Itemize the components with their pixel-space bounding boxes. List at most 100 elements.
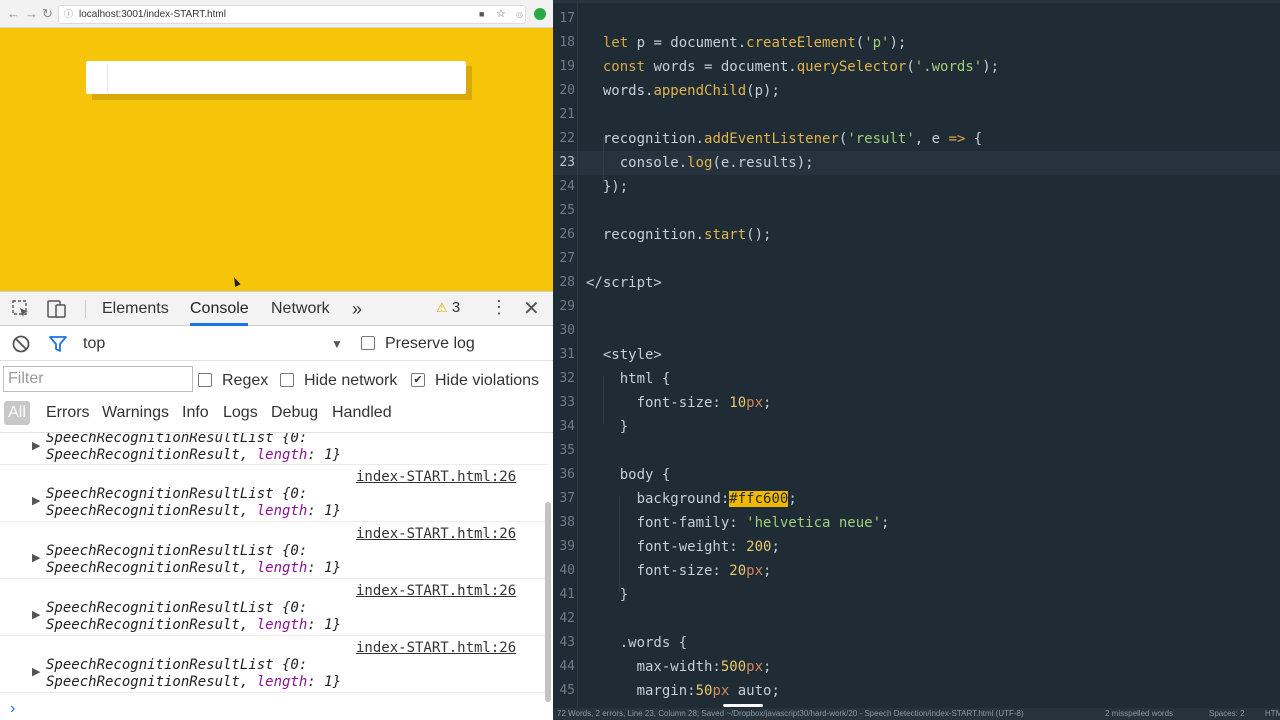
- source-link[interactable]: index-START.html:26: [356, 583, 516, 599]
- line-number: 19: [559, 59, 575, 74]
- tab-console[interactable]: Console: [190, 298, 249, 320]
- message-line-1: SpeechRecognitionResultList {0:: [46, 543, 308, 559]
- code-editor[interactable]: 17 18 let p = document.createElement('p')…: [553, 0, 1280, 720]
- level-warnings[interactable]: Warnings: [102, 403, 169, 423]
- code-line[interactable]: <style>: [586, 343, 662, 367]
- address-bar[interactable]: ⓘ localhost:3001/index-START.html ■ ☆ ◎: [58, 5, 526, 24]
- expand-triangle-icon[interactable]: ▶: [32, 439, 40, 452]
- message-value: : 1}: [307, 560, 342, 576]
- message-line-2: SpeechRecognitionResult, length: 1}: [46, 617, 341, 633]
- code-line[interactable]: recognition.start();: [586, 223, 772, 247]
- source-link[interactable]: index-START.html:26: [356, 469, 516, 485]
- status-spaces[interactable]: Spaces: 2: [1209, 708, 1245, 720]
- regex-checkbox[interactable]: [198, 373, 212, 387]
- level-info[interactable]: Info: [182, 403, 209, 423]
- code-line[interactable]: recognition.addEventListener('result', e…: [586, 127, 982, 151]
- status-info: 72 Words, 2 errors, Line 23, Column 28; …: [557, 709, 1024, 718]
- browser-toolbar: ← → ↻ ⓘ localhost:3001/index-START.html …: [0, 0, 553, 28]
- tab-network[interactable]: Network: [271, 298, 330, 320]
- status-misspelled[interactable]: 2 misspelled words: [1105, 708, 1173, 720]
- message-line-2: SpeechRecognitionResult, length: 1}: [46, 674, 341, 690]
- console-prompt[interactable]: ›: [10, 700, 15, 718]
- hide-violations-checkbox[interactable]: ✔: [411, 373, 425, 387]
- level-errors[interactable]: Errors: [46, 403, 90, 423]
- devtools-menu-icon[interactable]: ⋮: [490, 297, 508, 318]
- code-line[interactable]: }: [586, 583, 628, 607]
- code-line[interactable]: body {: [586, 463, 671, 487]
- code-line[interactable]: html {: [586, 367, 671, 391]
- code-line[interactable]: font-size: 20px;: [586, 559, 772, 583]
- info-icon[interactable]: ⓘ: [64, 6, 74, 23]
- line-number: 37: [559, 491, 575, 506]
- line-number: 41: [559, 587, 575, 602]
- hide-network-checkbox[interactable]: [280, 373, 294, 387]
- forward-icon[interactable]: →: [25, 6, 38, 22]
- code-line[interactable]: max-width:500px;: [586, 655, 772, 679]
- clear-console-icon[interactable]: [12, 335, 30, 353]
- expand-triangle-icon[interactable]: ▶: [32, 608, 40, 621]
- code-line[interactable]: background:#ffc600;: [586, 487, 797, 511]
- devtools-panel: Elements Console Network » ⚠ 3 ⋮ ✕ top ▼…: [0, 291, 553, 720]
- code-line[interactable]: let p = document.createElement('p');: [586, 31, 906, 55]
- hide-violations-label: Hide violations: [435, 372, 540, 389]
- source-link[interactable]: index-START.html:26: [356, 640, 516, 656]
- regex-label: Regex: [222, 372, 269, 389]
- context-selector[interactable]: top: [83, 334, 105, 354]
- line-number: 32: [559, 371, 575, 386]
- bookmark-star-icon[interactable]: ☆: [496, 6, 506, 23]
- code-line[interactable]: </script>: [586, 271, 662, 295]
- warning-count: 3: [451, 299, 461, 316]
- back-icon[interactable]: ←: [7, 6, 20, 22]
- warnings-counter[interactable]: ⚠ 3: [436, 299, 460, 316]
- inspect-element-icon[interactable]: [12, 300, 30, 318]
- close-devtools-icon[interactable]: ✕: [523, 296, 540, 321]
- console-message[interactable]: index-START.html:26 ▶ SpeechRecognitionR…: [0, 522, 548, 579]
- line-number: 29: [559, 299, 575, 314]
- expand-triangle-icon[interactable]: ▶: [32, 494, 40, 507]
- console-message[interactable]: index-START.html:26 ▶ SpeechRecognitionR…: [0, 465, 548, 522]
- code-line[interactable]: font-size: 10px;: [586, 391, 772, 415]
- extension-icon[interactable]: ◎: [516, 6, 523, 23]
- line-number: 34: [559, 419, 575, 434]
- status-syntax[interactable]: HTML: [1265, 708, 1280, 720]
- level-debug[interactable]: Debug: [271, 403, 318, 423]
- expand-triangle-icon[interactable]: ▶: [32, 665, 40, 678]
- console-message[interactable]: index-START.html:26 ▶ SpeechRecognitionR…: [0, 579, 548, 636]
- code-line[interactable]: const words = document.querySelector('.w…: [586, 55, 999, 79]
- code-line[interactable]: .words {: [586, 631, 687, 655]
- code-line[interactable]: }: [586, 415, 628, 439]
- preserve-log-checkbox[interactable]: [361, 336, 375, 350]
- code-line[interactable]: });: [586, 175, 628, 199]
- filter-icon[interactable]: [49, 335, 67, 353]
- source-link[interactable]: index-START.html:26: [356, 526, 516, 542]
- editor-tab-strip: [553, 0, 1280, 3]
- more-tabs-icon[interactable]: »: [352, 298, 362, 320]
- camera-icon[interactable]: ■: [479, 6, 484, 23]
- level-handled[interactable]: Handled: [332, 403, 392, 423]
- line-number: 45: [559, 683, 575, 698]
- device-toolbar-icon[interactable]: [47, 299, 67, 319]
- console-message[interactable]: index-START.html:26 ▶ SpeechRecognitionR…: [0, 636, 548, 693]
- line-number: 43: [559, 635, 575, 650]
- code-line[interactable]: margin:50px auto;: [586, 679, 780, 703]
- code-line[interactable]: console.log(e.results);: [586, 151, 814, 175]
- tab-elements[interactable]: Elements: [102, 298, 169, 320]
- reload-icon[interactable]: ↻: [42, 6, 53, 22]
- line-number: 30: [559, 323, 575, 338]
- console-scrollbar[interactable]: [545, 502, 551, 702]
- level-logs[interactable]: Logs: [223, 403, 258, 423]
- scroll-indicator: [723, 704, 763, 707]
- line-number: 40: [559, 563, 575, 578]
- message-line-1: SpeechRecognitionResultList {0:: [46, 486, 308, 502]
- level-all[interactable]: All: [4, 401, 30, 425]
- line-number: 42: [559, 611, 575, 626]
- filter-input[interactable]: Filter: [3, 366, 193, 392]
- code-line[interactable]: font-family: 'helvetica neue';: [586, 511, 890, 535]
- expand-triangle-icon[interactable]: ▶: [32, 551, 40, 564]
- code-line[interactable]: words.appendChild(p);: [586, 79, 780, 103]
- code-line[interactable]: font-weight: 200;: [586, 535, 780, 559]
- toolbar-divider: [85, 300, 86, 318]
- console-message[interactable]: ▶ SpeechRecognitionResultList {0: Speech…: [0, 433, 548, 465]
- extension-green-icon[interactable]: [534, 8, 546, 20]
- context-dropdown-icon[interactable]: ▼: [331, 334, 343, 354]
